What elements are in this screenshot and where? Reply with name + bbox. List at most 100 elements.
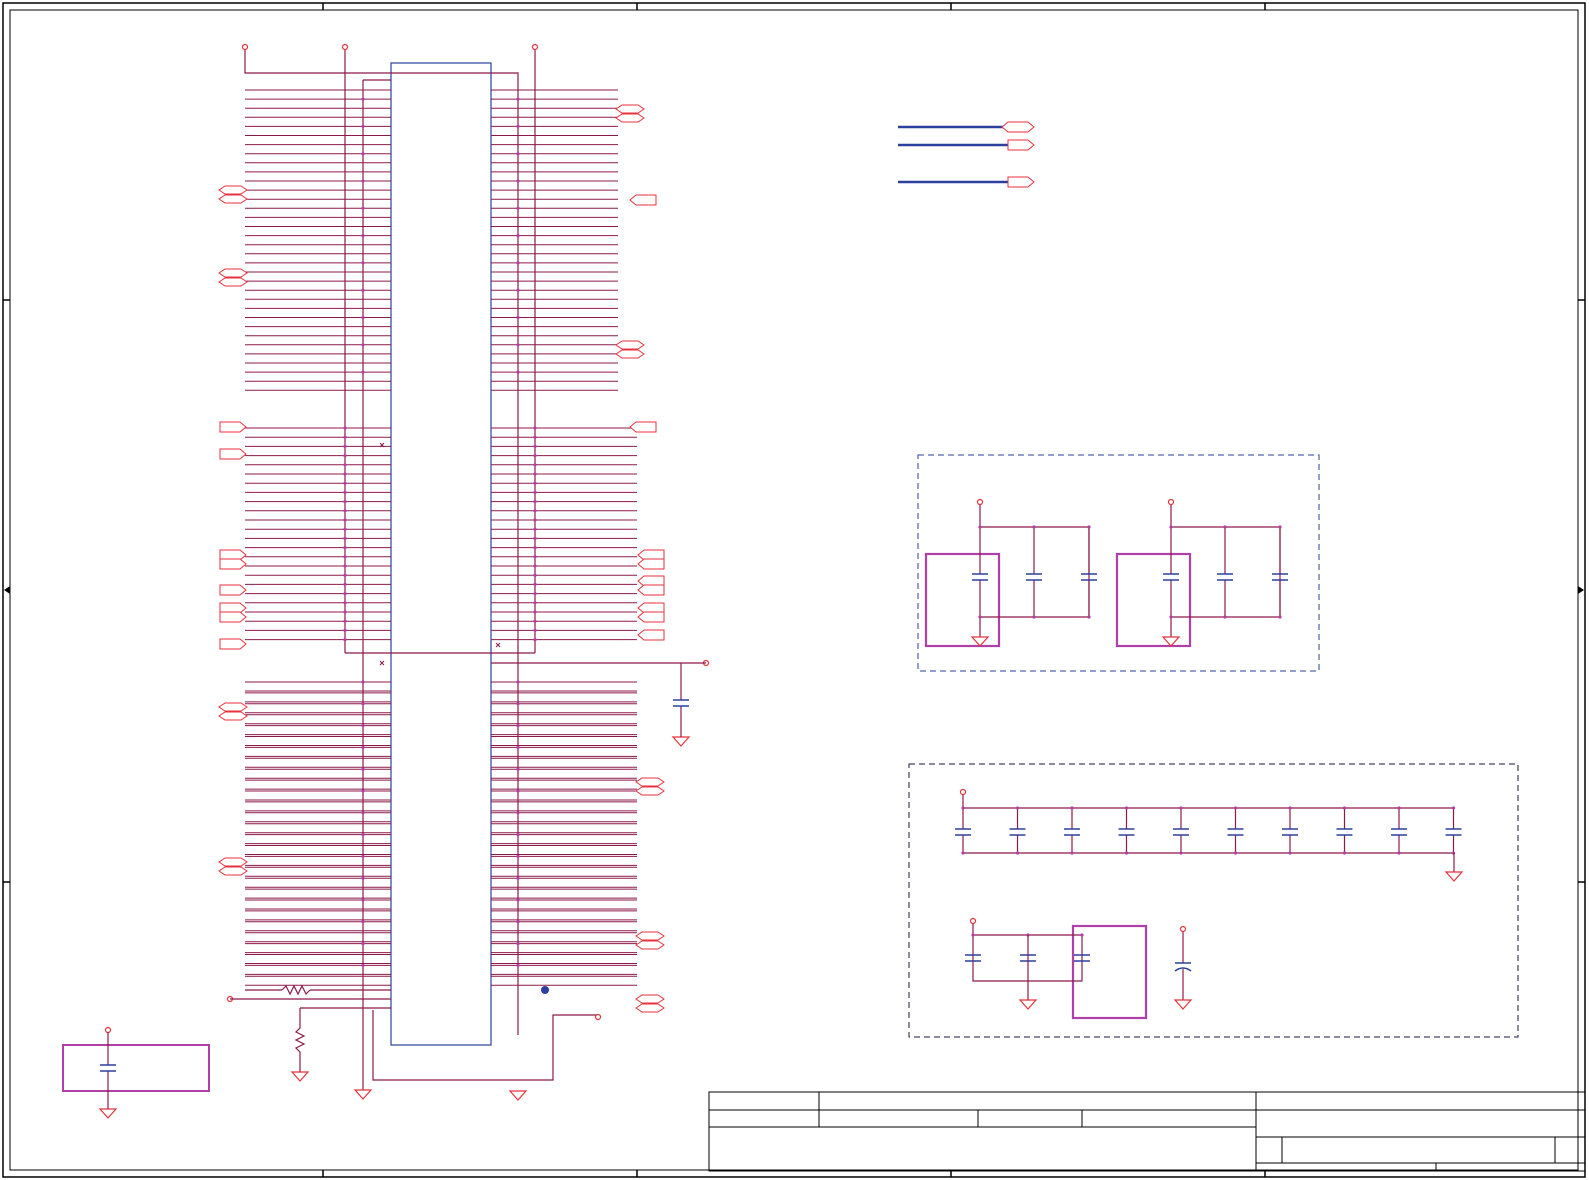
junction-dot bbox=[361, 97, 365, 101]
power-flag-icon bbox=[969, 917, 977, 925]
junction-dot bbox=[961, 851, 965, 855]
junction-dot bbox=[533, 518, 537, 522]
junction-dot bbox=[533, 527, 537, 531]
junction-dot bbox=[361, 702, 365, 706]
junction-dot bbox=[533, 500, 537, 504]
junction-dot bbox=[343, 628, 347, 633]
junction-dot bbox=[1397, 806, 1401, 810]
port-icon bbox=[635, 786, 665, 796]
junction-dot bbox=[361, 920, 365, 924]
main-ic-body[interactable] bbox=[390, 62, 492, 1046]
junction-dot bbox=[361, 876, 365, 880]
junction-dot bbox=[1179, 806, 1183, 810]
junction-dot bbox=[516, 876, 520, 880]
junction-dot bbox=[361, 343, 365, 347]
junction-dot bbox=[533, 490, 537, 494]
junction-dot bbox=[1397, 851, 1401, 855]
junction-dot bbox=[343, 564, 347, 568]
highlight-box bbox=[1071, 924, 1148, 1020]
port-icon bbox=[218, 857, 248, 867]
junction-dot bbox=[516, 854, 520, 859]
port-icon bbox=[635, 931, 665, 941]
junction-dot bbox=[343, 500, 347, 504]
port-icon bbox=[637, 611, 665, 623]
schematic-sheet bbox=[2, 2, 1586, 1178]
port-icon bbox=[629, 421, 657, 433]
junction-dot bbox=[343, 463, 347, 467]
port-icon bbox=[219, 448, 247, 460]
junction-dot bbox=[1233, 851, 1238, 855]
junction-dot bbox=[343, 481, 347, 485]
junction-dot bbox=[361, 261, 365, 265]
junction-dot bbox=[1080, 933, 1084, 937]
port-icon bbox=[637, 629, 665, 641]
decoupling-group-a bbox=[917, 454, 1320, 672]
junction-dot bbox=[343, 601, 347, 605]
power-flag-icon bbox=[959, 788, 967, 796]
group-a-caps bbox=[924, 498, 1288, 648]
junction-dot bbox=[516, 124, 520, 128]
junction-dot bbox=[533, 472, 537, 476]
junction-dot bbox=[516, 288, 520, 292]
port-icon bbox=[219, 558, 247, 570]
junction-dot bbox=[1070, 851, 1074, 855]
junction-dot bbox=[343, 435, 347, 439]
bus-lines bbox=[898, 125, 1008, 184]
junction-dot bbox=[516, 920, 520, 924]
junction-dot bbox=[361, 963, 365, 968]
junction-dot bbox=[1015, 851, 1020, 855]
group-b-caps bbox=[955, 788, 1464, 882]
junction-dot bbox=[1070, 806, 1074, 810]
junction-dot bbox=[1087, 615, 1091, 619]
capacitor-icon bbox=[673, 699, 689, 707]
junction-dot bbox=[361, 179, 365, 183]
junction-dot bbox=[1288, 806, 1292, 810]
ground-symbol-icon bbox=[1444, 871, 1464, 882]
junction-dot bbox=[533, 638, 537, 642]
junction-dot bbox=[516, 97, 520, 101]
junction-dot bbox=[1032, 615, 1036, 619]
junction-dot bbox=[1169, 615, 1173, 619]
junction-dot bbox=[516, 833, 520, 837]
junction-dot bbox=[516, 261, 520, 265]
junction-dot bbox=[516, 234, 520, 238]
junction-dot bbox=[516, 942, 520, 946]
highlight-box bbox=[1115, 552, 1192, 648]
port-icon bbox=[219, 638, 247, 650]
port-icon bbox=[218, 711, 248, 721]
junction-dot bbox=[1288, 851, 1292, 855]
junction-dot bbox=[978, 525, 982, 529]
junction-dot bbox=[1169, 525, 1173, 529]
ground-symbol-icon bbox=[1018, 999, 1038, 1010]
port-icon bbox=[615, 349, 645, 359]
series-resistor bbox=[230, 984, 391, 1072]
junction-dot bbox=[343, 518, 347, 522]
junction-dot bbox=[343, 509, 347, 513]
junction-dot bbox=[533, 454, 537, 458]
junction-dot bbox=[343, 454, 347, 458]
junction-dot bbox=[533, 435, 537, 439]
junction-dot bbox=[516, 745, 520, 750]
test-point[interactable] bbox=[541, 986, 549, 994]
junction-dot bbox=[1032, 525, 1036, 529]
junction-dot bbox=[343, 573, 347, 577]
junction-dot bbox=[1124, 851, 1129, 855]
junction-dot bbox=[361, 152, 365, 156]
port-icon bbox=[219, 421, 247, 433]
junction-dot bbox=[361, 942, 365, 946]
port-icon bbox=[635, 777, 665, 787]
junction-dot bbox=[533, 426, 537, 430]
junction-dot bbox=[1342, 806, 1347, 810]
junction-dot bbox=[516, 206, 520, 210]
port-icon bbox=[219, 584, 247, 596]
junction-dot bbox=[343, 582, 347, 587]
junction-dot bbox=[516, 702, 520, 706]
no-connect-icon bbox=[379, 442, 501, 666]
port-icon bbox=[635, 940, 665, 950]
junction-dot bbox=[361, 898, 365, 902]
bypass-box bbox=[62, 1032, 210, 1109]
junction-dot bbox=[343, 490, 347, 494]
junction-dot bbox=[533, 573, 537, 577]
junction-dot bbox=[361, 833, 365, 837]
group-c-caps bbox=[965, 917, 1193, 1020]
